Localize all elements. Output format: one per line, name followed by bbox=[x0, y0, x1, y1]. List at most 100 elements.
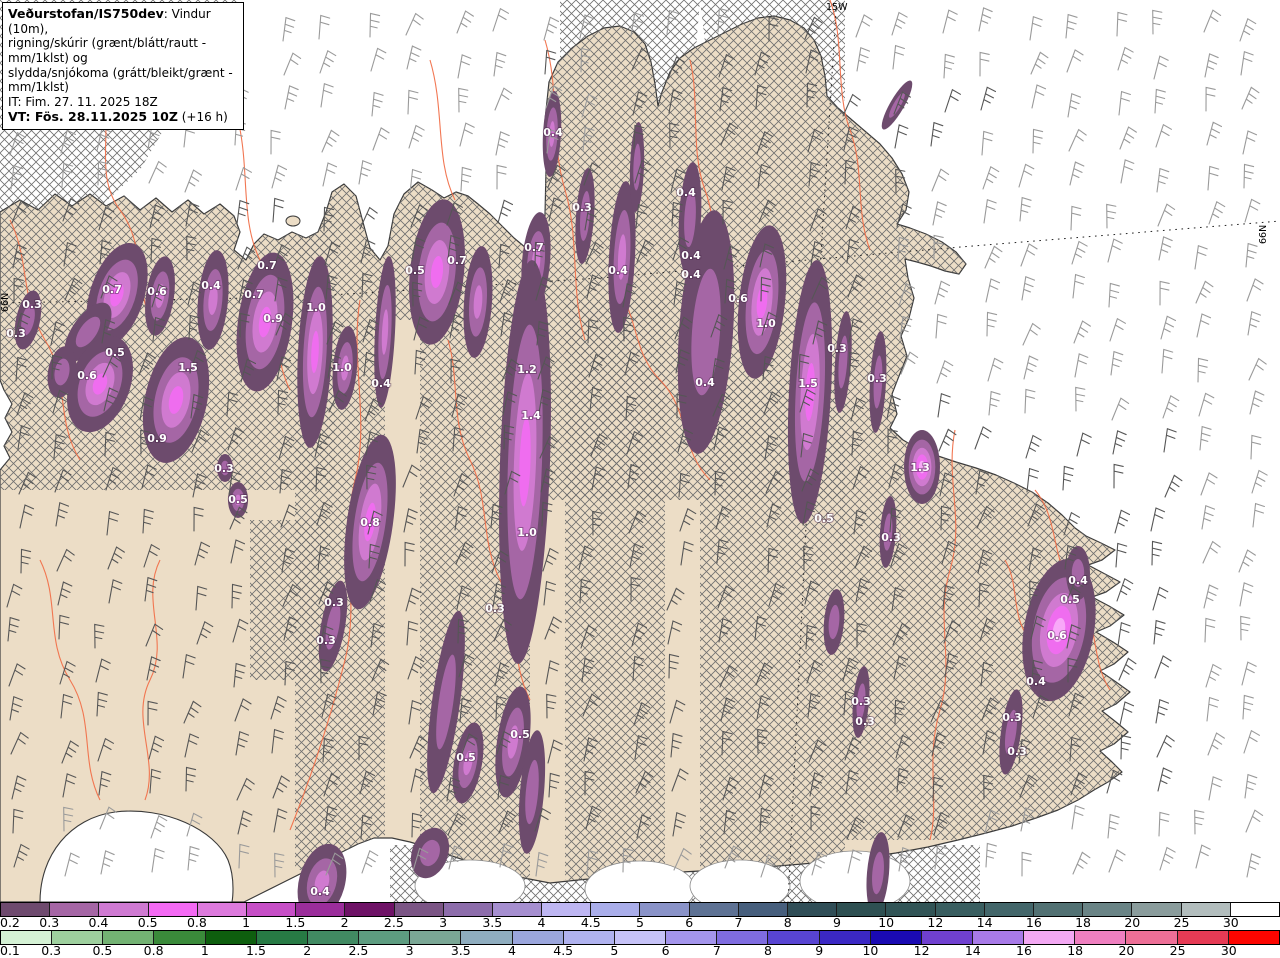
title-line-3: slydda/snjókoma (grátt/bleikt/grænt - mm… bbox=[8, 65, 233, 95]
legend-cell bbox=[717, 931, 769, 944]
precip-value-label: 0.9 bbox=[147, 432, 167, 445]
legend-tick-label: 20 bbox=[1118, 943, 1135, 958]
legend-tick-label: 8 bbox=[783, 915, 792, 930]
precip-value-label: 0.4 bbox=[310, 885, 330, 898]
legend-tick-label: 3.5 bbox=[482, 915, 503, 930]
precip-value-label: 0.3 bbox=[572, 201, 592, 214]
legend-tick-label: 2 bbox=[303, 943, 312, 958]
legend-tick-label: 3.5 bbox=[450, 943, 471, 958]
precip-value-label: 1.5 bbox=[798, 377, 818, 390]
legend-tick-label: 14 bbox=[976, 915, 993, 930]
weather-map: 0.7 0.3 0.3 0.5 0.6 0.6 0.4 0.7 0.7 0.9 1.5 0.9 0.3 0… bbox=[0, 0, 1280, 902]
title-box: Veðurstofan/IS750dev: Vindur (10m), rign… bbox=[2, 2, 244, 130]
legend-tick-label: 7 bbox=[712, 943, 721, 958]
legend-tick-label: 0.3 bbox=[39, 915, 60, 930]
legend-tick-label: 30 bbox=[1220, 943, 1237, 958]
legend-tick-label: 20 bbox=[1124, 915, 1141, 930]
legend-tick-label: 18 bbox=[1067, 943, 1084, 958]
legend-tick-label: 3 bbox=[439, 915, 448, 930]
precip-value-label: 0.4 bbox=[543, 126, 563, 139]
legend-tick-label: 12 bbox=[913, 943, 930, 958]
legend-tick-label: 7 bbox=[734, 915, 743, 930]
legend-tick-label: 2.5 bbox=[383, 915, 404, 930]
precip-value-label: 0.4 bbox=[681, 268, 701, 281]
parallel-label-66n-right: 66N bbox=[1258, 225, 1269, 244]
precip-value-label: 0.3 bbox=[1002, 711, 1022, 724]
legend-tick-label: 1.5 bbox=[246, 943, 266, 958]
precip-value-label: 0.3 bbox=[6, 327, 26, 340]
legend-tick-label: 2.5 bbox=[348, 943, 369, 958]
legend-tick-label: 4.5 bbox=[553, 943, 574, 958]
legend-tick-label: 4.5 bbox=[580, 915, 601, 930]
precip-value-label: 0.5 bbox=[814, 512, 834, 525]
rain-scale: 0.1 0.3 0.5 0.8 1 1.5 2 2.5 3 3.5 4 4.5 5 6 7 8 9 10 12 14 1… bbox=[0, 930, 1280, 958]
legend-tick-label: 18 bbox=[1075, 915, 1092, 930]
precip-value-label: 0.3 bbox=[881, 531, 901, 544]
precip-value-label: 0.6 bbox=[147, 285, 167, 298]
legend-tick-label: 14 bbox=[964, 943, 981, 958]
legend-tick-label: 0.2 bbox=[0, 915, 20, 930]
map-svg: 0.7 0.3 0.3 0.5 0.6 0.6 0.4 0.7 0.7 0.9 1.5 0.9 0.3 0… bbox=[0, 0, 1280, 902]
precip-value-label: 0.5 bbox=[510, 728, 530, 741]
precip-value-label: 0.7 bbox=[102, 283, 122, 296]
legend-cell bbox=[689, 903, 739, 916]
legend-tick-label: 30 bbox=[1222, 915, 1239, 930]
legend-tick-label: 0.5 bbox=[92, 943, 113, 958]
precip-value-label: 0.7 bbox=[244, 288, 264, 301]
legend-cell bbox=[768, 931, 820, 944]
legend-tick-label: 6 bbox=[685, 915, 694, 930]
precip-value-label: 1.2 bbox=[517, 363, 537, 376]
legend-tick-label: 0.5 bbox=[137, 915, 158, 930]
precip-value-label: 0.4 bbox=[695, 376, 715, 389]
precip-value-label: 0.6 bbox=[728, 292, 748, 305]
legend-tick-label: 25 bbox=[1173, 915, 1190, 930]
legend-tick-label: 16 bbox=[1016, 943, 1032, 958]
precip-value-label: 0.3 bbox=[867, 372, 887, 385]
precip-value-label: 1.0 bbox=[517, 526, 537, 539]
title-line-2: rigning/skúrir (grænt/blátt/rautt - mm/1… bbox=[8, 36, 207, 65]
legend-tick-label: 1.5 bbox=[285, 915, 306, 930]
rain-scale-colorbar bbox=[0, 930, 1280, 945]
precip-value-label: 0.7 bbox=[257, 259, 277, 272]
precip-value-label: 0.4 bbox=[681, 249, 701, 262]
precip-value-label: 0.4 bbox=[608, 264, 628, 277]
legend-tick-label: 2 bbox=[340, 915, 349, 930]
legend-tick-label: 0.3 bbox=[41, 943, 62, 958]
legend-tick-label: 4 bbox=[537, 915, 546, 930]
legend-cell bbox=[666, 931, 718, 944]
legend-cell bbox=[738, 903, 788, 916]
legend-tick-label: 5 bbox=[636, 915, 644, 930]
meridian-label-15w: 15W bbox=[826, 2, 848, 13]
precip-value-label: 1.3 bbox=[910, 461, 930, 474]
legend-tick-label: 16 bbox=[1025, 915, 1042, 930]
legend-tick-label: 1 bbox=[200, 943, 209, 958]
precip-value-label: 0.5 bbox=[1060, 593, 1080, 606]
legend-tick-label: 4 bbox=[508, 943, 516, 958]
sleet-snow-scale: 0.2 0.3 0.4 0.5 0.8 1 1.5 2 2.5 3 3.5 4 4.5 5 6 7 8 9 10 12… bbox=[0, 902, 1280, 930]
legend-tick-label: 0.1 bbox=[0, 943, 20, 958]
precip-value-label: 0.5 bbox=[456, 751, 476, 764]
legend-tick-label: 3 bbox=[405, 943, 414, 958]
legend-tick-label: 0.4 bbox=[88, 915, 109, 930]
precip-value-label: 0.6 bbox=[77, 369, 97, 382]
precip-value-label: 0.4 bbox=[1026, 675, 1046, 688]
precip-value-label: 1.4 bbox=[521, 409, 541, 422]
legend-tick-label: 5 bbox=[610, 943, 619, 958]
precip-value-label: 0.3 bbox=[1007, 745, 1027, 758]
precip-value-label: 0.3 bbox=[316, 634, 336, 647]
rain-scale-labels: 0.1 0.3 0.5 0.8 1 1.5 2 2.5 3 3.5 4 4.5 5 6 7 8 9 10 12 14 1… bbox=[0, 943, 1280, 958]
legend-tick-label: 0.8 bbox=[186, 915, 207, 930]
legend-cell bbox=[640, 903, 690, 916]
precip-value-label: 0.3 bbox=[214, 462, 234, 475]
legend-tick-label: 9 bbox=[832, 915, 841, 930]
legend-tick-label: 1 bbox=[242, 915, 251, 930]
legend-tick-label: 25 bbox=[1169, 943, 1186, 958]
precip-value-label: 1.0 bbox=[306, 301, 326, 314]
precip-value-label: 0.3 bbox=[851, 695, 871, 708]
precip-value-label: 1.0 bbox=[332, 361, 352, 374]
precip-value-label: 0.4 bbox=[201, 279, 221, 292]
legend-tick-label: 6 bbox=[661, 943, 670, 958]
precip-value-label: 0.3 bbox=[22, 298, 42, 311]
legend-tick-label: 10 bbox=[862, 943, 879, 958]
precip-value-label: 0.8 bbox=[360, 516, 380, 529]
